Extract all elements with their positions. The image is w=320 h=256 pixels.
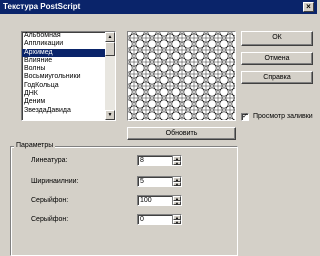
list-item[interactable]: Влияние xyxy=(22,57,115,65)
cancel-button-label: Отмена xyxy=(264,55,290,62)
refresh-button-label: Обновить xyxy=(165,130,198,137)
list-item[interactable]: Деним xyxy=(22,98,115,106)
spin-buttons[interactable]: ▲ ▼ xyxy=(172,215,181,224)
cancel-button[interactable]: Отмена xyxy=(241,52,313,65)
title-bar: Текстура PostScript × xyxy=(0,0,317,14)
spin-down-button[interactable]: ▼ xyxy=(173,219,181,225)
texture-preview xyxy=(127,31,236,121)
preview-checkbox[interactable]: ✓ xyxy=(241,113,249,121)
list-item[interactable]: Архимед xyxy=(22,48,115,57)
spin-down-button[interactable]: ▼ xyxy=(173,200,181,206)
scroll-thumb[interactable] xyxy=(105,42,115,56)
list-item[interactable]: ГодКольца xyxy=(22,82,115,90)
param-value: 5 xyxy=(140,178,144,185)
spin-buttons[interactable]: ▲ ▼ xyxy=(172,196,181,205)
arrow-down-icon: ▼ xyxy=(175,219,179,225)
close-icon: × xyxy=(306,2,311,11)
list-item[interactable]: Альбомная xyxy=(22,32,115,40)
ok-button[interactable]: ОК xyxy=(241,31,313,46)
param-spinner-frequency[interactable]: 8 ▲ ▼ xyxy=(137,155,182,166)
close-button[interactable]: × xyxy=(303,2,314,12)
scroll-up-button[interactable]: ▲ xyxy=(105,32,115,42)
param-label: Линеатура: xyxy=(31,157,68,164)
arrow-down-icon: ▼ xyxy=(175,200,179,206)
spin-buttons[interactable]: ▲ ▼ xyxy=(172,177,181,186)
list-item[interactable]: Восьмиугольники xyxy=(22,73,115,81)
list-item[interactable]: ДНК xyxy=(22,90,115,98)
checkmark-icon: ✓ xyxy=(242,113,248,120)
param-spinner-line-width[interactable]: 5 ▲ ▼ xyxy=(137,176,182,187)
spin-down-button[interactable]: ▼ xyxy=(173,181,181,187)
param-label: Серыйфон: xyxy=(31,197,69,204)
help-button-label: Справка xyxy=(263,74,291,81)
refresh-button[interactable]: Обновить xyxy=(127,127,236,140)
arrow-down-icon: ▼ xyxy=(107,112,113,118)
param-label: Ширинаилнии: xyxy=(31,178,79,185)
list-item[interactable]: ЗвездаДавида xyxy=(22,107,115,115)
ok-button-label: ОК xyxy=(272,34,282,41)
param-label: Серыйфон: xyxy=(31,216,69,223)
param-value: 100 xyxy=(140,197,152,204)
help-button[interactable]: Справка xyxy=(241,71,313,84)
param-spinner-gray-bg-1[interactable]: 100 ▲ ▼ xyxy=(137,195,182,206)
arrow-down-icon: ▼ xyxy=(175,181,179,187)
list-item[interactable]: Аппликации xyxy=(22,40,115,48)
param-value: 8 xyxy=(140,157,144,164)
texture-list[interactable]: Альбомная Аппликации Архимед Влияние Вол… xyxy=(21,31,116,121)
param-value: 0 xyxy=(140,216,144,223)
window-title: Текстура PostScript xyxy=(3,2,81,11)
arrow-up-icon: ▲ xyxy=(107,34,113,40)
preview-checkbox-label: Просмотр заливки xyxy=(253,113,313,120)
parameters-legend: Параметры xyxy=(14,142,56,149)
preview-pattern xyxy=(128,32,235,120)
list-item[interactable]: Волны xyxy=(22,65,115,73)
spin-buttons[interactable]: ▲ ▼ xyxy=(172,156,181,165)
list-scrollbar[interactable]: ▲ ▼ xyxy=(105,32,115,120)
scroll-down-button[interactable]: ▼ xyxy=(105,110,115,120)
spin-down-button[interactable]: ▼ xyxy=(173,160,181,166)
arrow-down-icon: ▼ xyxy=(175,160,179,166)
param-spinner-gray-bg-2[interactable]: 0 ▲ ▼ xyxy=(137,214,182,225)
